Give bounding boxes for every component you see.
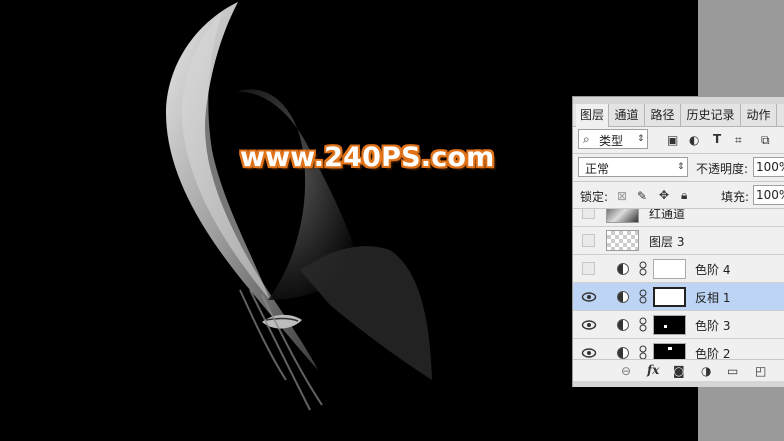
eye-icon[interactable] bbox=[581, 318, 597, 332]
visibility-toggle[interactable] bbox=[582, 209, 595, 219]
opacity-value: 100% bbox=[756, 160, 784, 174]
layer-name: 图层 3 bbox=[649, 235, 685, 249]
text-filter-icon[interactable]: T bbox=[713, 132, 721, 146]
adjustment-layer-icon bbox=[617, 319, 629, 331]
fill-label: 填充: bbox=[721, 190, 750, 204]
blend-row: 正常 ⇕ 不透明度: 100% bbox=[573, 154, 784, 180]
lock-label: 锁定: bbox=[580, 190, 609, 204]
blend-mode-value: 正常 bbox=[585, 162, 610, 176]
layer-name: 反相 1 bbox=[695, 291, 731, 305]
adjustment-layer-icon bbox=[617, 263, 629, 275]
watermark-text: www.240PS.com bbox=[240, 142, 495, 173]
visibility-toggle[interactable] bbox=[582, 234, 595, 247]
fx-icon[interactable]: fx bbox=[647, 363, 659, 377]
layer-thumbnail bbox=[606, 230, 639, 251]
adjustment-icon[interactable]: ◑ bbox=[701, 364, 711, 378]
link-chain-icon[interactable] bbox=[639, 317, 647, 332]
mask-icon[interactable]: ◙ bbox=[673, 364, 685, 378]
layer-row-selected[interactable]: 反相 1 bbox=[573, 283, 784, 311]
shape-filter-icon[interactable]: ⌗ bbox=[735, 133, 742, 147]
layer-row[interactable]: 色阶 4 bbox=[573, 255, 784, 283]
layer-name: 色阶 4 bbox=[695, 263, 731, 277]
layer-name: 色阶 3 bbox=[695, 319, 731, 333]
layer-row[interactable]: 图层 3 bbox=[573, 227, 784, 255]
adjustment-layer-icon bbox=[617, 347, 629, 359]
new-layer-icon[interactable]: ◰ bbox=[755, 364, 766, 378]
folder-icon[interactable]: ▭ bbox=[727, 364, 738, 378]
layer-thumbnail bbox=[606, 209, 639, 223]
panel-resize-grip[interactable] bbox=[573, 381, 784, 387]
tab-paths[interactable]: 路径 bbox=[645, 104, 681, 126]
lock-transparent-icon[interactable]: ⊠ bbox=[617, 189, 627, 203]
lock-row: 锁定: ⊠ ✎ ✥ 🔒︎ 填充: 100% bbox=[573, 182, 784, 208]
fill-input[interactable]: 100% bbox=[753, 185, 784, 205]
layer-mask-thumbnail[interactable] bbox=[653, 315, 686, 335]
layer-row[interactable]: 色阶 2 bbox=[573, 339, 784, 359]
adjustment-filter-icon[interactable]: ◐ bbox=[689, 133, 699, 147]
visibility-toggle[interactable] bbox=[582, 262, 595, 275]
layers-panel: 图层 通道 路径 历史记录 动作 ⌕ 类型 ⇕ ▣ ◐ T ⌗ ⧉ 正常 ⇕ 不… bbox=[572, 96, 784, 387]
opacity-label: 不透明度: bbox=[696, 162, 749, 176]
tab-channels[interactable]: 通道 bbox=[609, 104, 645, 126]
tab-history[interactable]: 历史记录 bbox=[681, 104, 741, 126]
lock-paint-icon[interactable]: ✎ bbox=[637, 189, 647, 203]
tab-layers[interactable]: 图层 bbox=[576, 104, 609, 127]
blend-mode-select[interactable]: 正常 ⇕ bbox=[578, 157, 688, 177]
spinner-arrows-icon: ⇕ bbox=[677, 162, 685, 172]
spinner-arrows-icon: ⇕ bbox=[637, 134, 645, 144]
layer-mask-thumbnail[interactable] bbox=[653, 287, 686, 307]
layers-list[interactable]: 红通道 图层 3 色阶 4 反相 1 色阶 3 色阶 2 bbox=[573, 209, 784, 359]
link-icon[interactable]: ⊖ bbox=[621, 364, 631, 378]
eye-icon[interactable] bbox=[581, 290, 597, 304]
lock-move-icon[interactable]: ✥ bbox=[659, 188, 669, 202]
panel-tabs: 图层 通道 路径 历史记录 动作 bbox=[573, 104, 784, 127]
eye-icon[interactable] bbox=[581, 346, 597, 359]
filter-type-select[interactable]: ⌕ 类型 ⇕ bbox=[578, 129, 648, 149]
panel-footer: ⊖ fx ◙ ◑ ▭ ◰ bbox=[573, 359, 784, 382]
tab-actions[interactable]: 动作 bbox=[741, 104, 777, 126]
layer-mask-thumbnail[interactable] bbox=[653, 343, 686, 359]
fill-value: 100% bbox=[756, 188, 784, 202]
link-chain-icon[interactable] bbox=[639, 345, 647, 359]
link-chain-icon[interactable] bbox=[639, 261, 647, 276]
layer-mask-thumbnail[interactable] bbox=[653, 259, 686, 279]
adjustment-layer-icon bbox=[617, 291, 629, 303]
layer-row[interactable]: 红通道 bbox=[573, 209, 784, 227]
lock-all-icon[interactable]: 🔒︎ bbox=[681, 188, 687, 202]
filter-type-label: 类型 bbox=[599, 134, 624, 148]
search-icon: ⌕ bbox=[583, 132, 590, 146]
filter-row: ⌕ 类型 ⇕ ▣ ◐ T ⌗ ⧉ bbox=[573, 127, 784, 153]
link-chain-icon[interactable] bbox=[639, 289, 647, 304]
layer-row[interactable]: 色阶 3 bbox=[573, 311, 784, 339]
image-filter-icon[interactable]: ▣ bbox=[667, 133, 678, 147]
layer-name: 红通道 bbox=[649, 209, 686, 221]
opacity-input[interactable]: 100% bbox=[753, 157, 784, 177]
layer-name: 色阶 2 bbox=[695, 347, 731, 359]
panel-header-grip[interactable] bbox=[573, 97, 784, 104]
smart-object-filter-icon[interactable]: ⧉ bbox=[761, 133, 770, 147]
